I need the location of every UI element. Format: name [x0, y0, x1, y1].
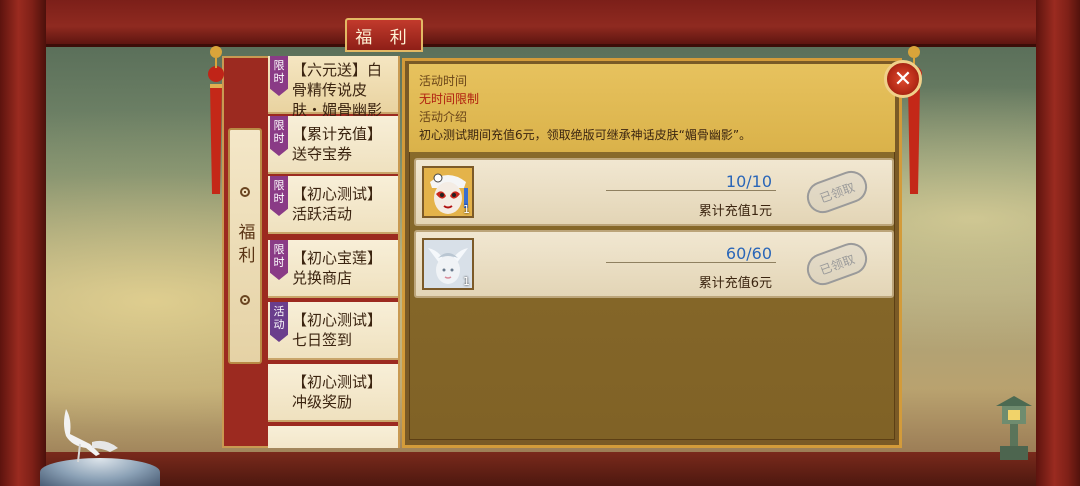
activity-list[interactable]: 限时 【六元送】白骨精传说皮肤・媚骨幽影 限时 【累计充值】送夺宝券 限时 【初… [268, 56, 398, 448]
event-badge: 活动 [270, 302, 288, 342]
item-count: 1 [463, 203, 470, 216]
activity-item[interactable]: 限时 【累计充值】送夺宝券 [268, 116, 398, 174]
limited-badge: 限时 [270, 176, 288, 216]
activity-item-label: 【初心宝莲】兑换商店 [292, 249, 383, 287]
activity-item-label: 【初心测试】七日签到 [292, 311, 383, 349]
tab-welfare[interactable]: 福利 [228, 128, 262, 364]
bottom-beam [0, 452, 1080, 486]
top-beam [0, 0, 1080, 47]
crane-icon [64, 409, 118, 463]
limited-badge: 限时 [270, 56, 288, 96]
activity-item[interactable] [268, 426, 398, 448]
activity-item-label: 【六元送】白骨精传说皮肤・媚骨幽影 [292, 61, 383, 119]
activity-item-label: 【初心测试】冲级奖励 [292, 373, 383, 411]
close-icon: ✕ [893, 66, 913, 92]
requirement-text: 累计充值6元 [698, 276, 772, 291]
reward-row: 1 10/10 累计充值1元 已领取 [414, 158, 894, 226]
activity-item-label: 【累计充值】送夺宝券 [292, 125, 383, 163]
limited-badge: 限时 [270, 240, 288, 280]
right-pillar [1036, 0, 1080, 486]
activity-info: 活动时间 无时间限制 活动介绍 初心测试期间充值6元，领取绝版可继承神话皮肤“媚… [409, 64, 895, 152]
progress-value: 60/60 [725, 244, 772, 263]
activity-item-label: 【初心测试】活跃活动 [292, 185, 383, 223]
claimed-stamp: 已领取 [802, 238, 872, 290]
limited-badge: 限时 [270, 116, 288, 156]
close-button[interactable]: ✕ [884, 60, 922, 98]
time-value: 无时间限制 [419, 92, 480, 106]
progress-value: 10/10 [725, 172, 772, 191]
activity-item[interactable]: 【初心测试】冲级奖励 [268, 364, 398, 422]
left-pillar [0, 0, 46, 486]
reward-row: 1 60/60 累计充值6元 已领取 [414, 230, 894, 298]
tassel-icon [208, 46, 224, 194]
activity-item[interactable]: 限时 【初心测试】活跃活动 [268, 176, 398, 234]
activity-item[interactable]: 限时 【初心宝莲】兑换商店 [268, 240, 398, 298]
intro-label: 活动介绍 [419, 110, 468, 124]
time-label: 活动时间 [419, 74, 468, 88]
coin-icon [240, 187, 250, 197]
tab-welfare-label: 福利 [234, 223, 255, 269]
opera-mask-icon[interactable]: 1 [422, 166, 474, 218]
activity-item[interactable]: 活动 【初心测试】七日签到 [268, 302, 398, 360]
coin-icon [240, 295, 250, 305]
activity-item[interactable]: 限时 【六元送】白骨精传说皮肤・媚骨幽影 [268, 56, 398, 119]
page-title: 福 利 [345, 18, 423, 52]
skin-portrait-icon[interactable]: 1 [422, 238, 474, 290]
claimed-stamp: 已领取 [802, 166, 872, 218]
intro-text: 初心测试期间充值6元，领取绝版可继承神话皮肤“媚骨幽影”。 [419, 128, 752, 142]
requirement-text: 累计充值1元 [698, 204, 772, 219]
stone-lantern-icon [996, 396, 1032, 460]
item-count: 1 [463, 275, 470, 288]
